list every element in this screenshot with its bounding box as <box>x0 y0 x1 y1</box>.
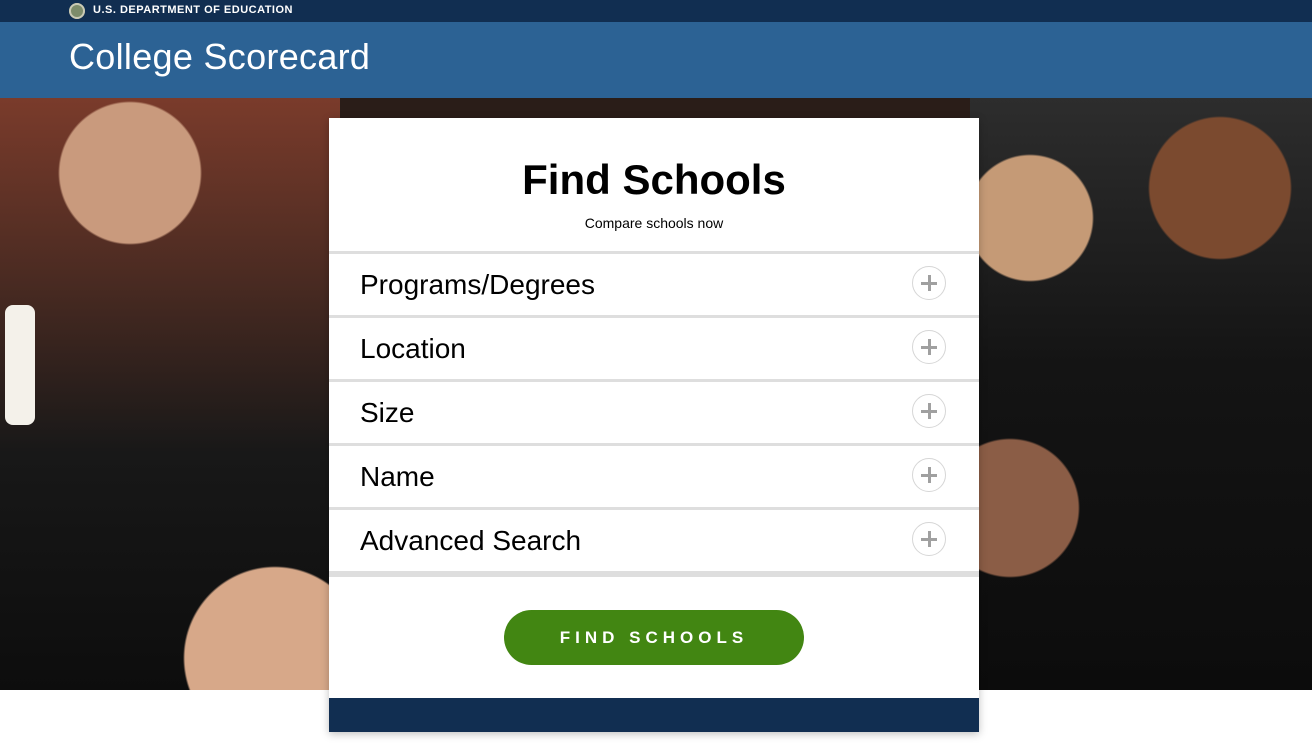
accordion-label: Advanced Search <box>360 525 582 556</box>
accordion-divider <box>329 571 979 577</box>
plus-icon[interactable] <box>912 522 946 556</box>
site-header: College Scorecard <box>0 22 1312 98</box>
plus-icon[interactable] <box>912 266 946 300</box>
accordion-programs-degrees[interactable]: Programs/Degrees <box>329 251 979 315</box>
accordion-label: Location <box>360 333 466 364</box>
find-schools-button[interactable]: FIND SCHOOLS <box>504 610 804 665</box>
search-card-footer <box>329 698 979 732</box>
accordion-location[interactable]: Location <box>329 315 979 379</box>
gov-banner-label: U.S. DEPARTMENT OF EDUCATION <box>93 4 293 16</box>
gov-banner: U.S. DEPARTMENT OF EDUCATION <box>0 0 1312 22</box>
accordion-label: Programs/Degrees <box>360 269 595 300</box>
accordion-name[interactable]: Name <box>329 443 979 507</box>
diploma-scroll <box>5 305 35 425</box>
accordion-label: Size <box>360 397 415 428</box>
search-title: Find Schools <box>522 156 786 203</box>
graduates-photo-left <box>0 98 340 690</box>
accordion-size[interactable]: Size <box>329 379 979 443</box>
plus-icon[interactable] <box>912 330 946 364</box>
search-subtitle: Compare schools now <box>584 215 724 231</box>
graduates-photo-right <box>970 98 1312 690</box>
plus-icon[interactable] <box>912 458 946 492</box>
search-accordion: Programs/Degrees Location Size Name Adva… <box>329 251 979 577</box>
plus-icon[interactable] <box>912 394 946 428</box>
accordion-label: Name <box>360 461 435 492</box>
site-title-link[interactable]: College Scorecard <box>69 36 370 78</box>
education-seal-icon <box>69 3 85 19</box>
accordion-advanced-search[interactable]: Advanced Search <box>329 507 979 571</box>
search-card: Find Schools Compare schools now Program… <box>329 118 979 732</box>
